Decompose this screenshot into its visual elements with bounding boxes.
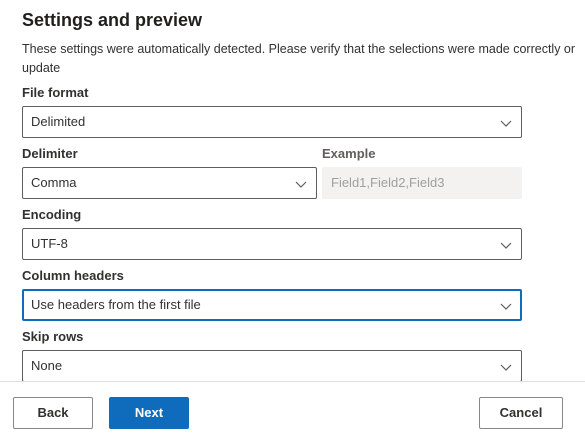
- example-label: Example: [322, 146, 376, 161]
- chevron-down-icon: [500, 242, 512, 249]
- delimiter-value: Comma: [31, 175, 77, 190]
- column-headers-dropdown[interactable]: Use headers from the first file: [22, 289, 522, 321]
- next-button[interactable]: Next: [109, 397, 189, 429]
- page-description: These settings were automatically detect…: [22, 42, 576, 75]
- file-format-label: File format: [22, 85, 89, 100]
- skip-rows-value: None: [31, 358, 63, 373]
- footer-divider: [0, 381, 585, 382]
- page-title: Settings and preview: [22, 10, 203, 30]
- skip-rows-dropdown[interactable]: None: [22, 350, 522, 382]
- example-preview-field: Field1,Field2,Field3: [322, 167, 522, 199]
- delimiter-label: Delimiter: [22, 146, 78, 161]
- column-headers-label: Column headers: [22, 268, 124, 283]
- chevron-down-icon: [500, 364, 512, 371]
- chevron-down-icon: [295, 181, 307, 188]
- encoding-dropdown[interactable]: UTF-8: [22, 228, 522, 260]
- delimiter-dropdown[interactable]: Comma: [22, 167, 317, 199]
- chevron-down-icon: [500, 303, 512, 310]
- file-format-dropdown[interactable]: Delimited: [22, 106, 522, 138]
- encoding-value: UTF-8: [31, 236, 68, 251]
- cancel-button[interactable]: Cancel: [479, 397, 563, 429]
- file-format-value: Delimited: [31, 114, 86, 129]
- column-headers-value: Use headers from the first file: [31, 297, 201, 312]
- chevron-down-icon: [500, 120, 512, 127]
- skip-rows-label: Skip rows: [22, 329, 84, 344]
- back-button[interactable]: Back: [13, 397, 93, 429]
- example-value: Field1,Field2,Field3: [331, 175, 445, 190]
- encoding-label: Encoding: [22, 207, 82, 222]
